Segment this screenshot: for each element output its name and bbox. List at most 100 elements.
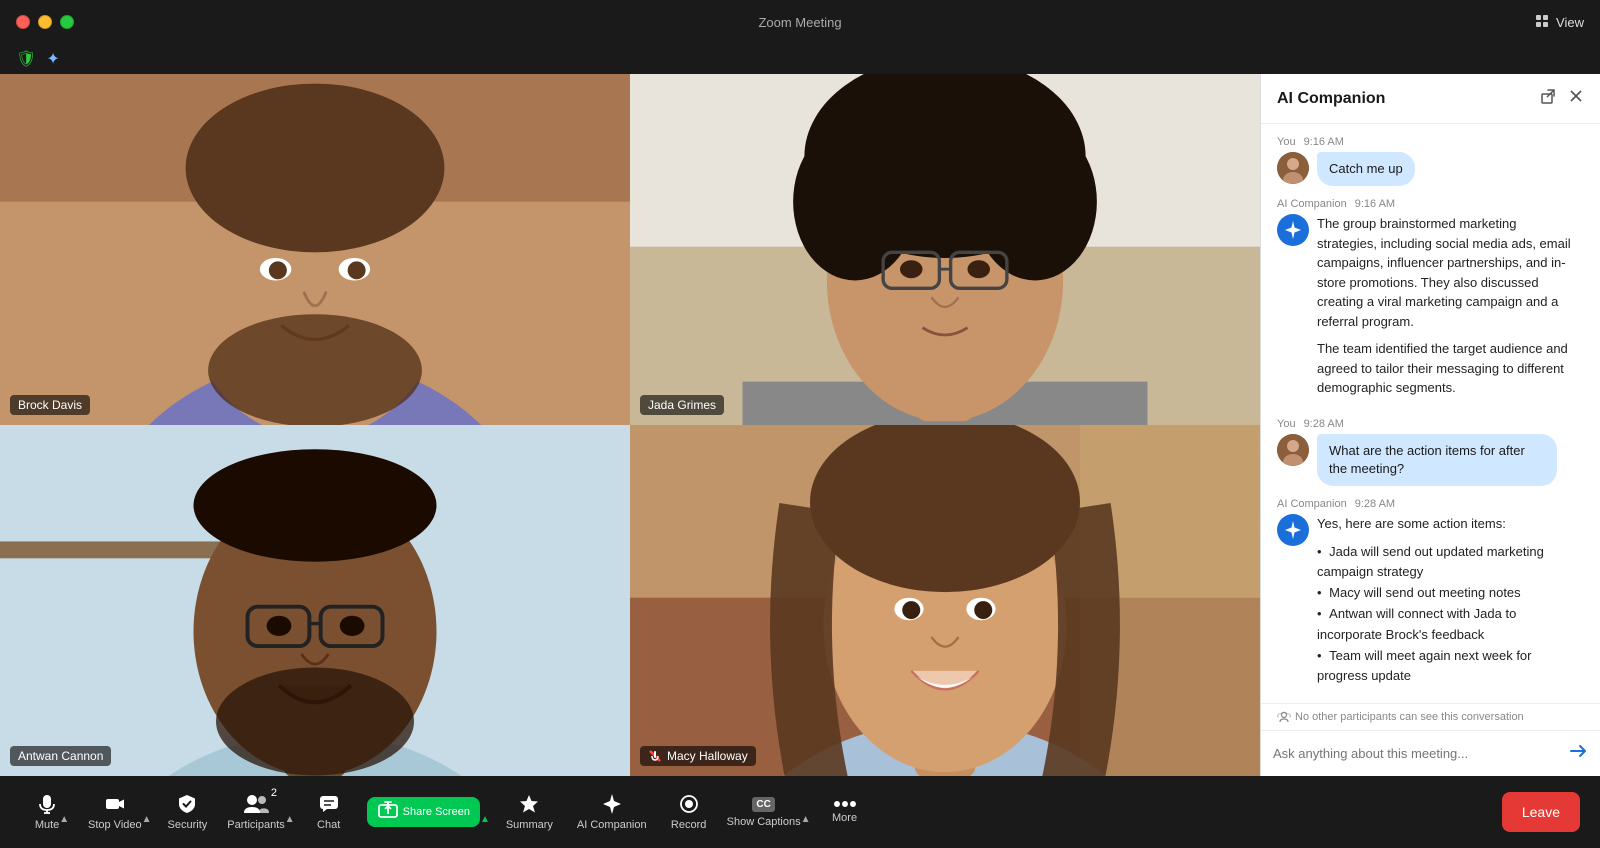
msg-time-2: 9:16 AM (1355, 198, 1395, 210)
user-avatar-art (1277, 152, 1309, 184)
ai-send-button[interactable] (1568, 741, 1588, 766)
record-label: Record (671, 819, 706, 831)
macy-video (630, 425, 1260, 776)
toolbar-more[interactable]: More (815, 792, 875, 832)
macy-name: Macy Halloway (667, 749, 748, 763)
ai-companion-panel: AI Companion (1260, 74, 1600, 776)
ai-panel-title: AI Companion (1277, 90, 1385, 108)
action-item-1: Jada will send out updated marketing cam… (1317, 542, 1577, 584)
ai-response-1: The group brainstormed marketing strateg… (1317, 214, 1577, 406)
participants-arrow[interactable]: ▲ (285, 800, 295, 825)
msg-text-3: What are the action items for after the … (1329, 443, 1525, 476)
macy-face-art (630, 425, 1260, 776)
maximize-button[interactable] (60, 15, 74, 29)
action-item-2: Macy will send out meeting notes (1317, 583, 1577, 604)
muted-mic-icon (648, 749, 662, 763)
toolbar-participants[interactable]: 2 Participants ▲ (219, 785, 298, 839)
toolbar-share-screen[interactable]: Share Screen ▲ (359, 789, 494, 835)
antwan-face-art (0, 425, 630, 776)
leave-button[interactable]: Leave (1502, 792, 1580, 832)
close-icon[interactable] (1568, 88, 1584, 109)
view-button[interactable]: View (1536, 15, 1584, 30)
msg-time-4: 9:28 AM (1355, 498, 1395, 510)
close-button[interactable] (16, 15, 30, 29)
mute-arrow[interactable]: ▲ (59, 800, 69, 825)
ai-privacy-note: No other participants can see this conve… (1261, 703, 1600, 730)
msg-sender-1: You (1277, 136, 1296, 148)
toolbar-record[interactable]: Record (659, 785, 719, 839)
share-screen-icon: Share Screen (367, 797, 480, 827)
ai-star-art-1 (1283, 220, 1303, 240)
video-icon (104, 793, 126, 815)
video-arrow[interactable]: ▲ (142, 800, 152, 825)
ai-sparkle-icon: ✦ (46, 49, 59, 69)
share-screen-label-inner: Share Screen (403, 806, 470, 818)
ai-avatar-1 (1277, 214, 1309, 246)
toolbar-mute[interactable]: Mute ▲ (20, 785, 80, 839)
toolbar-security[interactable]: Security (156, 785, 220, 839)
msg-group-4: AI Companion 9:28 AM Yes, here are some … (1277, 498, 1584, 687)
msg-row-3: What are the action items for after the … (1277, 434, 1584, 486)
toolbar-stop-video[interactable]: Stop Video ▲ (80, 785, 156, 839)
msg-row-4: Yes, here are some action items: Jada wi… (1277, 514, 1584, 687)
antwan-name: Antwan Cannon (18, 749, 103, 763)
antwan-name-badge: Antwan Cannon (10, 746, 111, 766)
action-item-3: Antwan will connect with Jada to incorpo… (1317, 604, 1577, 646)
video-tile-macy: Macy Halloway (630, 425, 1260, 776)
user-avatar-2 (1277, 434, 1309, 466)
status-bar: 🛡 ✦ (0, 44, 1600, 74)
view-label: View (1556, 15, 1584, 30)
antwan-video (0, 425, 630, 776)
more-icon (834, 800, 856, 808)
send-icon (1568, 741, 1588, 761)
brock-face-art (0, 74, 630, 425)
jada-video (630, 74, 1260, 425)
participants-label: Participants (227, 819, 284, 831)
jada-name: Jada Grimes (648, 398, 716, 412)
ai-star-art-2 (1283, 520, 1303, 540)
security-label: Security (168, 819, 208, 831)
action-items-list: Jada will send out updated marketing cam… (1317, 542, 1577, 688)
show-captions-label: Show Captions (727, 816, 801, 828)
toolbar-summary[interactable]: Summary (494, 785, 565, 839)
toolbar-chat[interactable]: Chat (299, 785, 359, 839)
msg-meta-2: AI Companion 9:16 AM (1277, 198, 1584, 210)
jada-face-art (630, 74, 1260, 425)
catch-me-up-bubble: Catch me up (1317, 152, 1415, 186)
share-arrow[interactable]: ▲ (480, 800, 490, 825)
ai-action-intro: Yes, here are some action items: (1317, 514, 1577, 534)
traffic-lights (16, 15, 74, 29)
msg-sender-3: You (1277, 418, 1296, 430)
minimize-button[interactable] (38, 15, 52, 29)
video-tile-jada: Jada Grimes (630, 74, 1260, 425)
ai-avatar-2 (1277, 514, 1309, 546)
ai-companion-label: AI Companion (577, 819, 647, 831)
summary-label: Summary (506, 819, 553, 831)
toolbar-ai-companion[interactable]: AI Companion (565, 785, 659, 839)
msg-meta-4: AI Companion 9:28 AM (1277, 498, 1584, 510)
popout-icon[interactable] (1540, 88, 1556, 109)
main-content: Brock Davis (0, 74, 1600, 776)
title-right: View (1536, 15, 1584, 30)
ai-para-1: The group brainstormed marketing strateg… (1317, 214, 1577, 331)
ai-chat-input[interactable] (1273, 746, 1560, 761)
window-title: Zoom Meeting (758, 15, 841, 30)
msg-row-1: Catch me up (1277, 152, 1584, 186)
title-bar: Zoom Meeting View (0, 0, 1600, 44)
security-shield-icon: 🛡 (16, 49, 36, 69)
toolbar: Mute ▲ Stop Video ▲ Security (0, 776, 1600, 848)
action-item-4: Team will meet again next week for progr… (1317, 646, 1577, 688)
action-items-question-bubble: What are the action items for after the … (1317, 434, 1557, 486)
msg-text-1: Catch me up (1329, 161, 1403, 176)
brock-video (0, 74, 630, 425)
video-tile-antwan: Antwan Cannon (0, 425, 630, 776)
captions-arrow[interactable]: ▲ (801, 800, 811, 825)
participants-count: 2 (271, 787, 277, 799)
msg-group-2: AI Companion 9:16 AM The group brainstor… (1277, 198, 1584, 406)
toolbar-show-captions[interactable]: CC Show Captions ▲ (719, 789, 815, 836)
grid-icon (1536, 15, 1550, 29)
video-grid: Brock Davis (0, 74, 1260, 776)
msg-group-3: You 9:28 AM What are the action items fo… (1277, 418, 1584, 486)
ai-header-icons (1540, 88, 1584, 109)
ai-action-items: Yes, here are some action items: Jada wi… (1317, 514, 1577, 687)
